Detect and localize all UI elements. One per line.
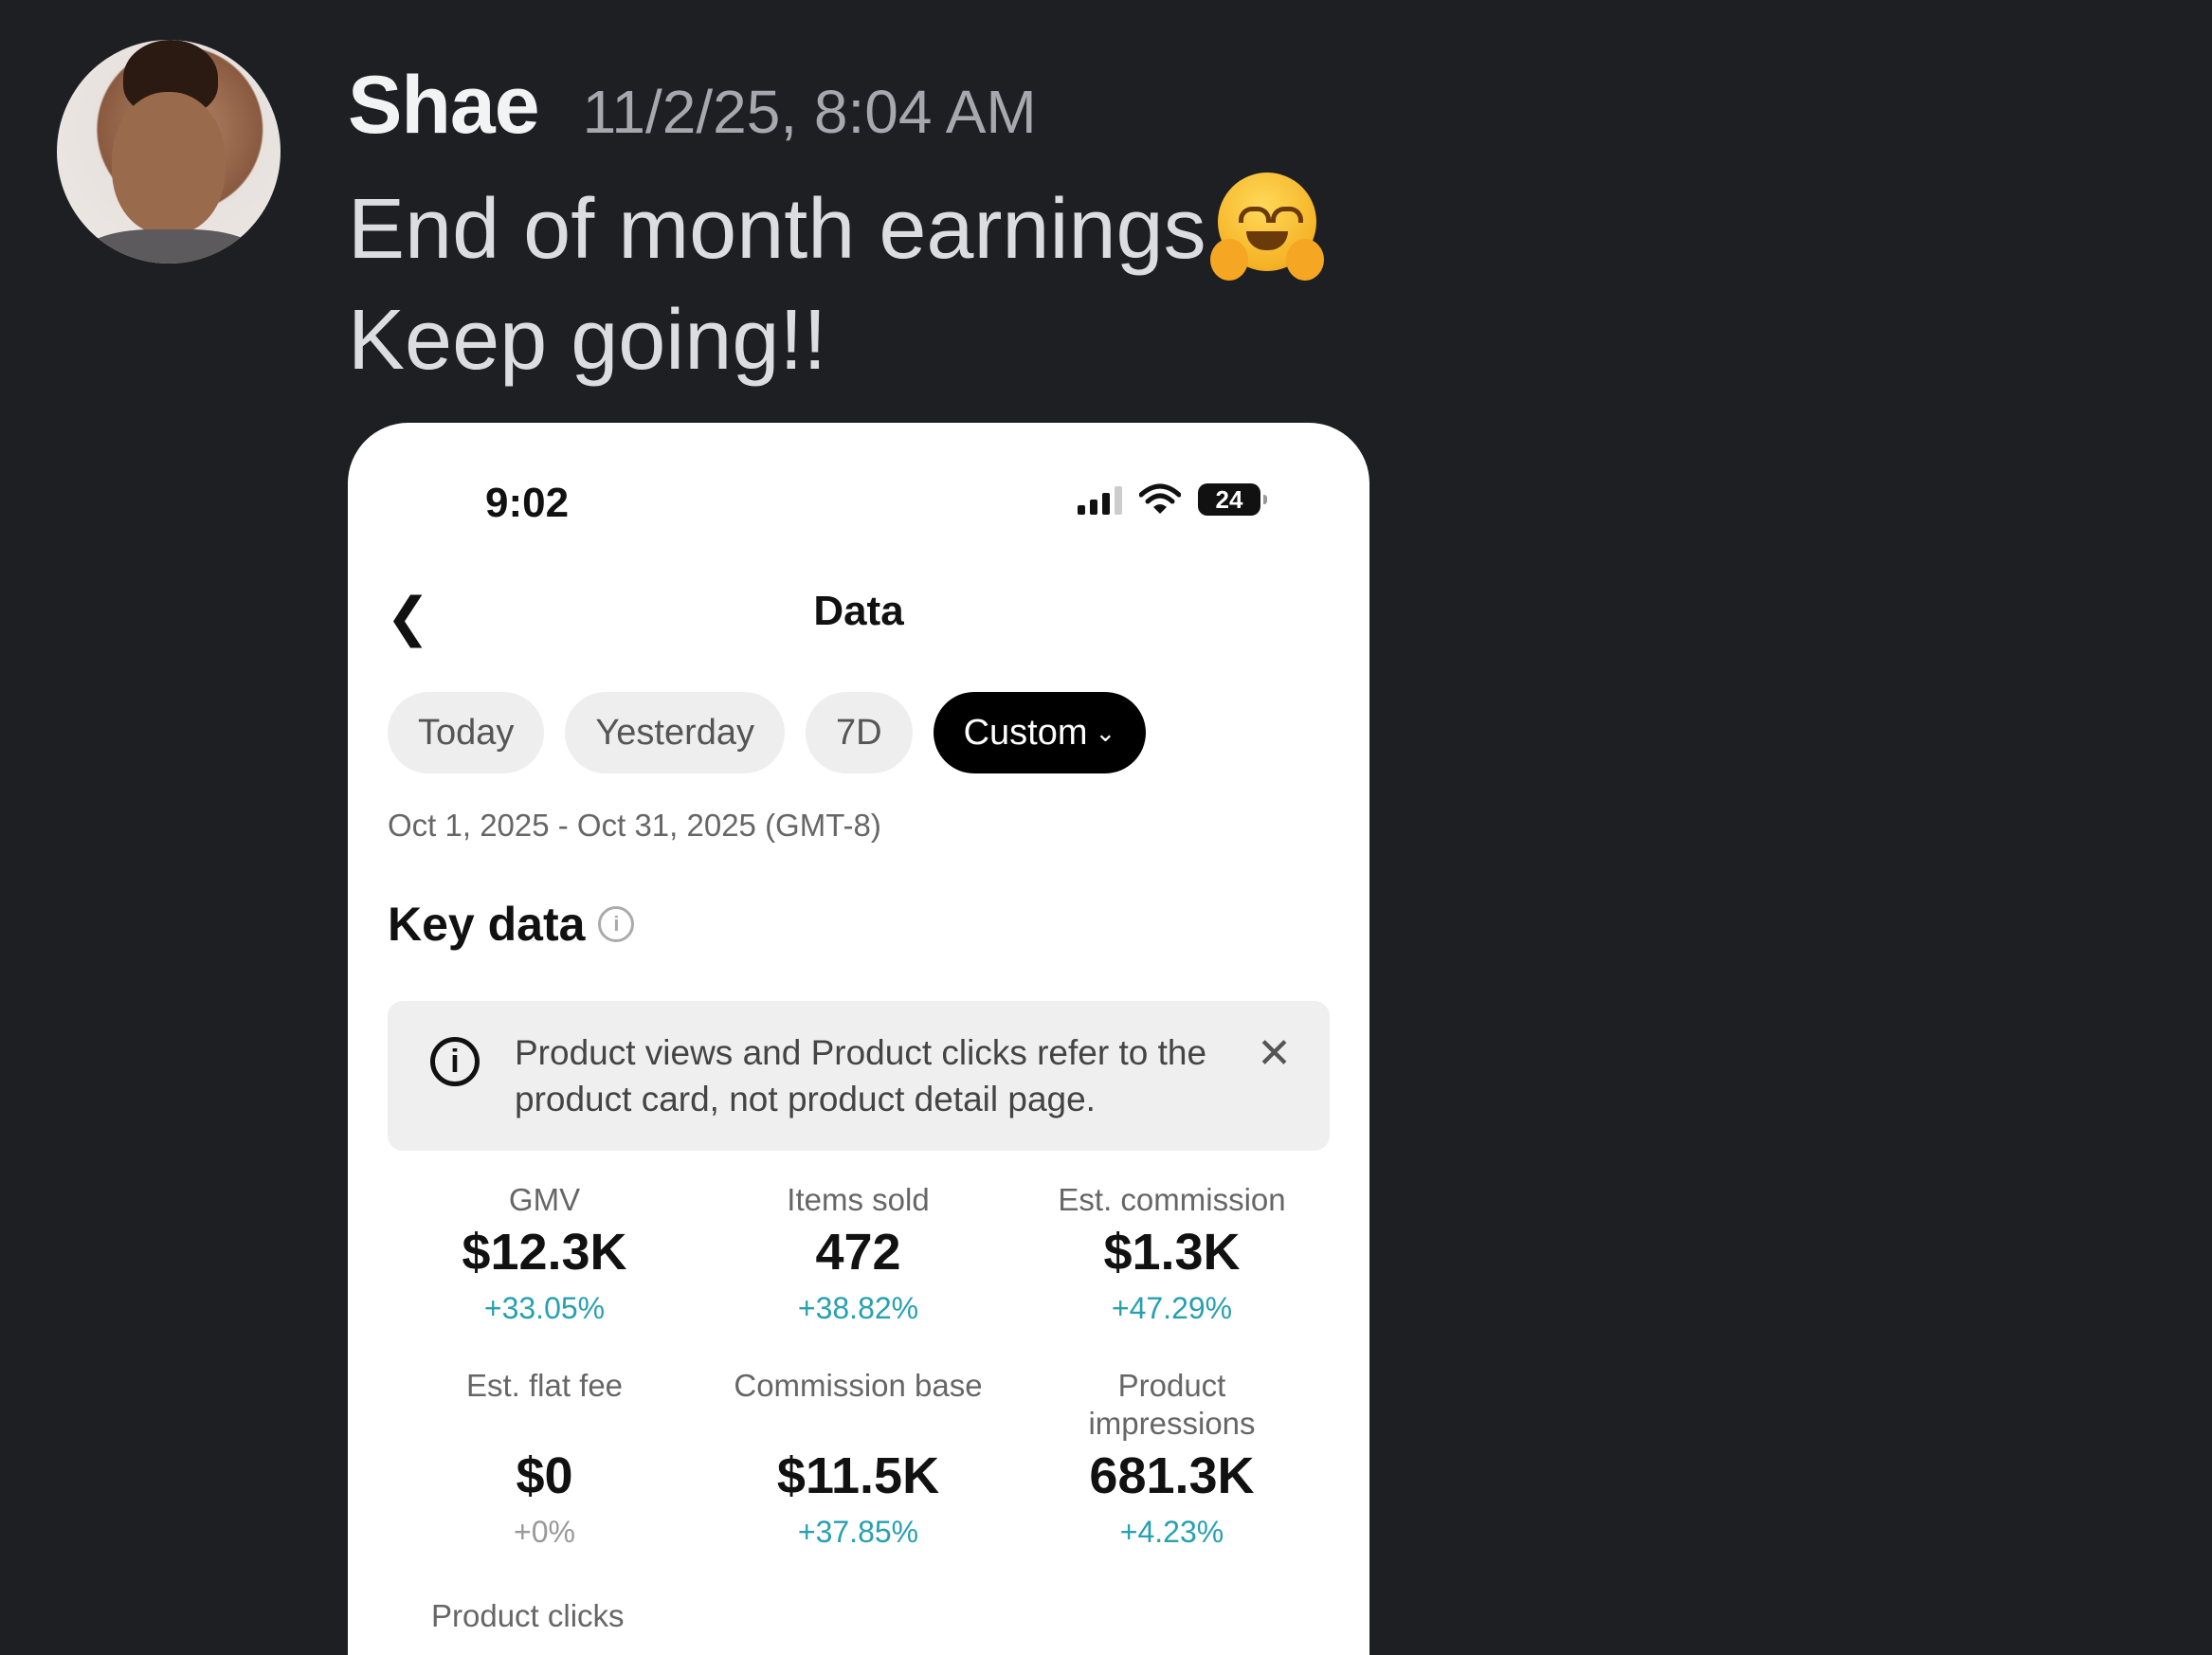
chevron-down-icon: ⌄ [1095, 718, 1116, 747]
signal-icon [1078, 484, 1122, 515]
metric-label: Items sold [787, 1182, 930, 1217]
metric-label: Product impressions [1088, 1368, 1256, 1441]
section-title: Key data i [388, 897, 635, 952]
close-icon[interactable]: ✕ [1257, 1029, 1292, 1078]
message-text-1: End of month earnings [348, 182, 1206, 277]
metric-gmv[interactable]: GMV $12.3K +33.05% [388, 1181, 701, 1326]
date-filter-tabs: Today Yesterday 7D Custom ⌄ [388, 692, 1147, 773]
message-timestamp: 11/2/25, 8:04 AM [582, 78, 1037, 146]
metric-label: Est. commission [1058, 1182, 1286, 1217]
screenshot-attachment[interactable]: 9:02 24 ❮ Data Today Yesterday 7D Custom… [348, 423, 1369, 1655]
info-icon[interactable]: i [598, 906, 635, 942]
metric-value: $12.3K [462, 1224, 627, 1281]
metric-label: Est. flat fee [465, 1368, 624, 1403]
metric-value: 681.3K [1089, 1447, 1255, 1504]
tab-custom-label: Custom [963, 712, 1088, 753]
metric-label-product-clicks: Product clicks [431, 1598, 625, 1633]
avatar-shirt [76, 229, 265, 264]
tab-today[interactable]: Today [388, 692, 545, 773]
metric-label: Commission base [734, 1368, 983, 1403]
metric-value: $0 [516, 1447, 573, 1504]
metric-product-impressions[interactable]: Product impressions 681.3K +4.23% [1015, 1367, 1329, 1550]
tab-7d[interactable]: 7D [806, 692, 913, 773]
user-avatar[interactable] [57, 40, 281, 264]
tab-yesterday[interactable]: Yesterday [565, 692, 786, 773]
metric-label: GMV [508, 1182, 581, 1217]
metric-change: +33.05% [483, 1291, 606, 1325]
notice-banner: i Product views and Product clicks refer… [388, 1001, 1330, 1151]
metric-change: +38.82% [797, 1291, 919, 1325]
message-line-1: End of month earnings [348, 171, 1324, 282]
hugging-face-icon [1209, 171, 1324, 282]
metric-items-sold[interactable]: Items sold 472 +38.82% [701, 1181, 1015, 1326]
metric-change: +0% [514, 1515, 575, 1549]
metric-value: $11.5K [776, 1447, 940, 1504]
metric-change: +47.29% [1111, 1291, 1233, 1325]
metric-est-commission[interactable]: Est. commission $1.3K +47.29% [1015, 1181, 1329, 1326]
metric-commission-base[interactable]: Commission base $11.5K +37.85% [701, 1367, 1015, 1550]
page-title: Data [813, 588, 904, 634]
tab-custom[interactable]: Custom ⌄ [933, 692, 1147, 773]
section-title-text: Key data [388, 898, 586, 951]
username[interactable]: Shae [348, 59, 540, 153]
metric-value: 472 [815, 1224, 901, 1281]
wifi-icon [1139, 483, 1181, 514]
message-line-2: Keep going!! [348, 293, 827, 388]
avatar-face [112, 92, 226, 234]
info-circle-icon: i [430, 1037, 480, 1086]
message-header: Shae 11/2/25, 8:04 AM [348, 59, 1037, 153]
date-range: Oct 1, 2025 - Oct 31, 2025 (GMT-8) [388, 808, 881, 843]
status-icons: 24 [1078, 483, 1267, 516]
metric-value: $1.3K [1103, 1224, 1241, 1281]
notice-text: Product views and Product clicks refer t… [515, 1033, 1207, 1118]
metric-est-flat-fee[interactable]: Est. flat fee $0 +0% [388, 1367, 701, 1550]
metric-change: +37.85% [797, 1515, 919, 1549]
status-time: 9:02 [485, 480, 570, 526]
metric-change: +4.23% [1119, 1515, 1224, 1549]
battery-icon: 24 [1198, 483, 1267, 516]
